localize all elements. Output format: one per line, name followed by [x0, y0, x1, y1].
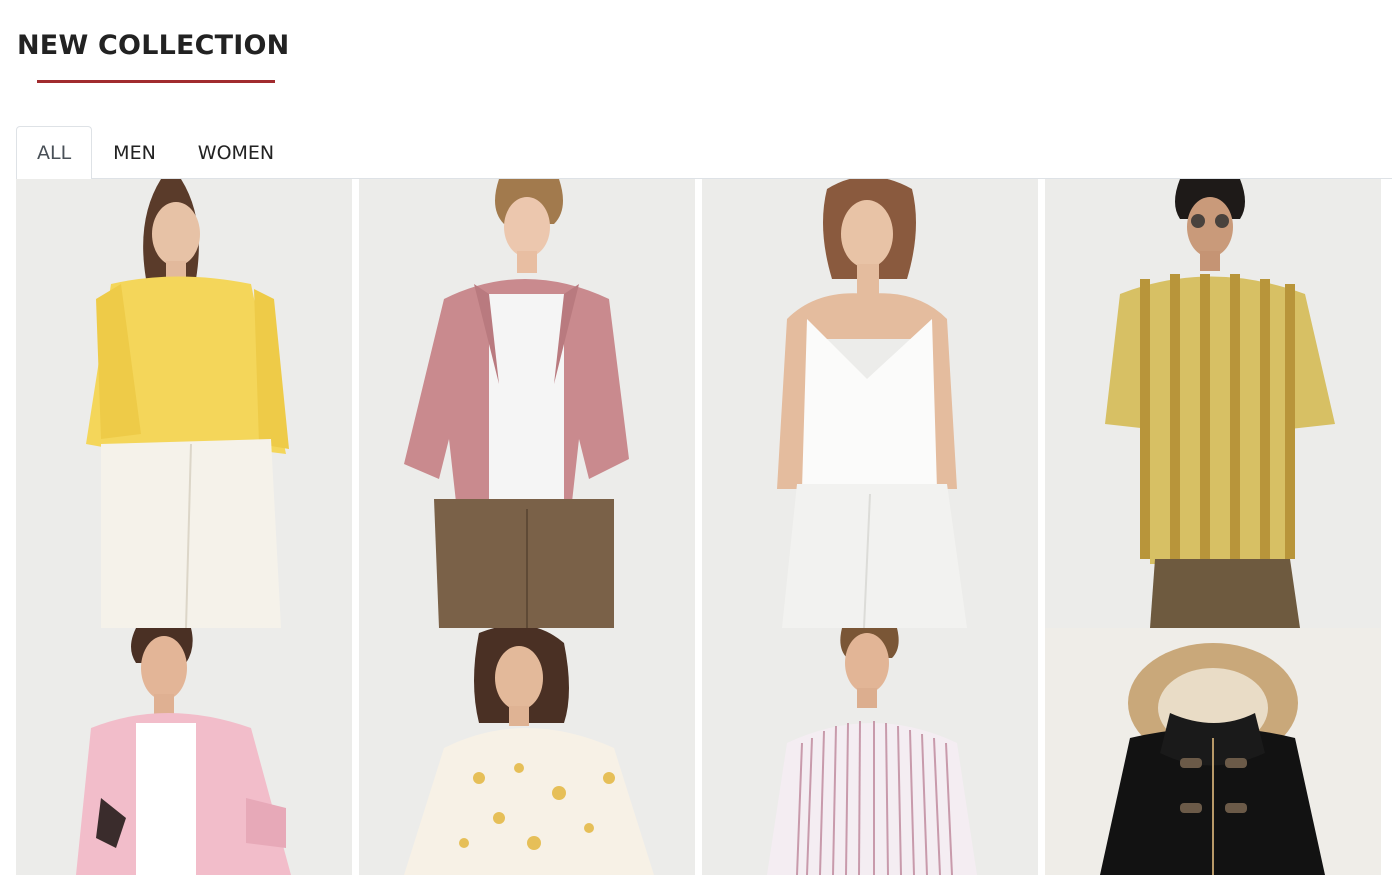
product-image-striped-shirt — [1045, 179, 1381, 628]
category-tabs: ALL MEN WOMEN — [16, 126, 1392, 179]
product-card-7[interactable] — [702, 628, 1038, 875]
title-underline — [37, 80, 275, 83]
product-card-1[interactable] — [16, 179, 352, 628]
product-image-pink-printed-shirt — [16, 628, 352, 875]
product-image-pink-striped-shirt — [702, 628, 1038, 875]
product-image-pink-shirt — [359, 179, 695, 628]
product-image-yellow-blouse — [16, 179, 352, 628]
tab-all[interactable]: ALL — [16, 126, 93, 179]
tab-women[interactable]: WOMEN — [177, 127, 295, 178]
product-image-floral-blouse — [359, 628, 695, 875]
product-image-white-camisole — [702, 179, 1038, 628]
product-grid — [16, 179, 1392, 875]
section-title: NEW COLLECTION — [17, 30, 290, 61]
tab-men[interactable]: MEN — [92, 127, 177, 178]
product-card-3[interactable] — [702, 179, 1038, 628]
product-card-8[interactable] — [1045, 628, 1381, 875]
product-card-2[interactable] — [359, 179, 695, 628]
product-card-5[interactable] — [16, 628, 352, 875]
product-card-4[interactable] — [1045, 179, 1381, 628]
product-image-black-duffle-coat — [1045, 628, 1381, 875]
product-card-6[interactable] — [359, 628, 695, 875]
